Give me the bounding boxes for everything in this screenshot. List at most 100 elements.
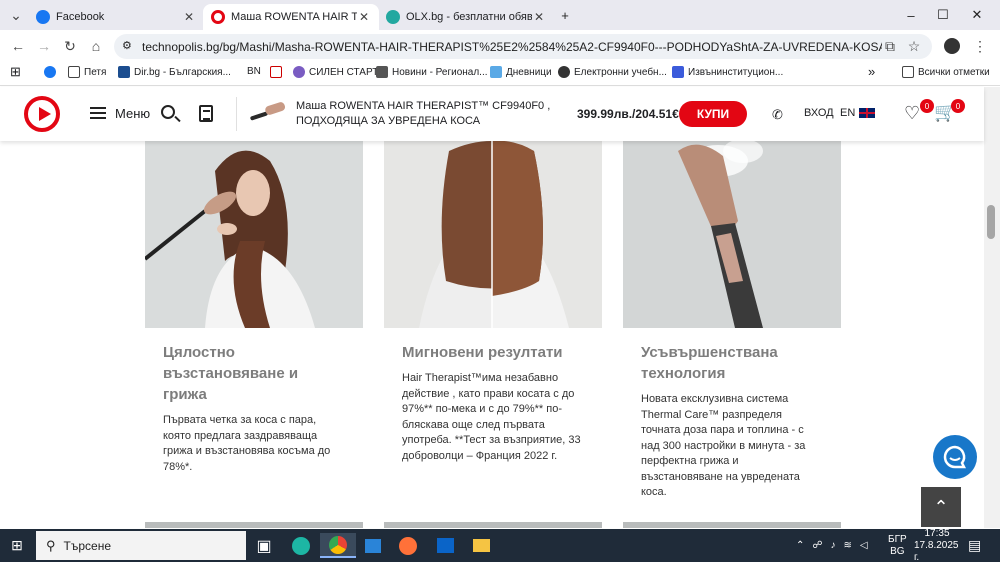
- bookmark-silen-start[interactable]: СИЛЕН СТАРТ: [293, 66, 378, 78]
- bookmark-bn[interactable]: BN: [247, 66, 261, 77]
- clock[interactable]: 17:35 17.8.2025 г.: [914, 528, 960, 563]
- new-tab-button[interactable]: +: [548, 0, 582, 30]
- file-explorer-icon[interactable]: [466, 533, 496, 558]
- bookmark-label: СИЛЕН СТАРТ: [309, 66, 379, 78]
- hamburger-menu-icon[interactable]: [90, 107, 106, 119]
- speaker-icon[interactable]: ◁: [860, 540, 868, 551]
- outlook-icon[interactable]: [430, 533, 460, 558]
- bookmark-label: Всички отметки: [918, 66, 990, 78]
- page-scrollbar[interactable]: [984, 87, 1000, 528]
- menu-label[interactable]: Меню: [115, 106, 150, 121]
- feature-card: Усъвършенствана технология Новата ексклу…: [623, 141, 841, 501]
- language-layout: BG: [890, 545, 905, 557]
- silen-icon: [293, 66, 305, 78]
- technopolis-icon: [211, 10, 225, 24]
- tab-title: Facebook: [56, 11, 105, 23]
- next-row-image-edge: [145, 522, 363, 528]
- bookmark-star-icon[interactable]: ☆: [904, 36, 924, 56]
- bookmark-facebook[interactable]: [44, 66, 60, 78]
- more-bookmarks-icon[interactable]: »: [868, 64, 875, 79]
- feature-title: Мигновени резултати: [402, 344, 563, 361]
- taskbar-search[interactable]: ⚲ Търсене: [36, 531, 246, 560]
- back-icon[interactable]: ←: [8, 36, 28, 56]
- profile-avatar[interactable]: [942, 36, 962, 56]
- address-bar[interactable]: ⚙ technopolis.bg/bg/Mashi/Masha-ROWENTA-…: [114, 34, 932, 59]
- bookmark-extra[interactable]: Извънинституцион...: [672, 66, 783, 78]
- wishlist-count-badge: 0: [920, 99, 934, 113]
- firefox-icon[interactable]: [393, 533, 423, 558]
- mn-icon: [270, 66, 282, 78]
- task-view-icon[interactable]: ▣: [249, 533, 279, 558]
- facebook-icon: [36, 10, 50, 24]
- search-icon[interactable]: [161, 105, 175, 119]
- windows-start-icon[interactable]: ⊞: [2, 533, 32, 558]
- next-row-image-edge: [623, 522, 841, 528]
- bookmark-label: BN: [247, 66, 261, 77]
- close-window-button[interactable]: ✕: [960, 0, 994, 30]
- chrome-icon[interactable]: [320, 533, 356, 558]
- forward-icon[interactable]: →: [34, 36, 54, 56]
- close-icon[interactable]: ✕: [182, 10, 196, 24]
- product-price: 399.99лв./204.51€: [577, 107, 679, 121]
- bookmark-e-textbooks[interactable]: Електронни учебн...: [558, 66, 667, 78]
- scrollbar-thumb[interactable]: [987, 205, 995, 239]
- install-app-icon[interactable]: ⧉: [880, 36, 900, 56]
- feature-image-hair-comparison: [384, 141, 602, 328]
- minimize-button[interactable]: –: [894, 0, 928, 30]
- volume-icon[interactable]: ♪: [831, 540, 836, 551]
- browser-tab-bar: ⌄ Facebook ✕ Маша ROWENTA HAIR THERAP ✕ …: [0, 0, 1000, 30]
- bookmark-dir[interactable]: Dir.bg - Българския...: [118, 66, 231, 78]
- home-icon[interactable]: ⌂: [86, 36, 106, 56]
- reload-icon[interactable]: ↻: [60, 36, 80, 56]
- site-info-icon[interactable]: ⚙: [122, 39, 132, 52]
- bookmark-mn[interactable]: [270, 66, 286, 78]
- search-placeholder: Търсене: [63, 538, 112, 553]
- bookmarks-bar: ⊞ Петя Dir.bg - Българския... BN СИЛЕН С…: [0, 62, 1000, 86]
- all-bookmarks-folder[interactable]: Всички отметки: [902, 66, 990, 78]
- language-indicator[interactable]: БГР BG: [888, 529, 907, 562]
- language-switch[interactable]: EN: [840, 107, 876, 119]
- store-icon[interactable]: [358, 533, 388, 558]
- buy-button[interactable]: КУПИ: [679, 101, 747, 127]
- maximize-button[interactable]: ☐: [926, 0, 960, 30]
- bookmark-news[interactable]: Новини - Регионал...: [376, 66, 488, 78]
- bookmark-diaries[interactable]: Дневници: [490, 66, 552, 78]
- technopolis-logo[interactable]: [24, 96, 60, 132]
- product-thumbnail: [250, 102, 286, 121]
- tab-olx[interactable]: OLX.bg - безплатни обяви ✕: [378, 4, 554, 30]
- language-code: БГР: [888, 533, 907, 545]
- edge-icon[interactable]: [286, 533, 316, 558]
- network-icon[interactable]: ☍: [812, 540, 822, 551]
- bookmark-petya[interactable]: Петя: [68, 66, 106, 78]
- browser-toolbar: ← → ↻ ⌂ ⚙ technopolis.bg/bg/Mashi/Masha-…: [0, 30, 1000, 62]
- chat-bubble-icon[interactable]: [933, 435, 977, 479]
- site-header: Меню Маша ROWENTA HAIR THERAPIST™ CF9940…: [0, 87, 984, 141]
- tab-technopolis[interactable]: Маша ROWENTA HAIR THERAP ✕: [203, 4, 379, 30]
- close-icon[interactable]: ✕: [357, 10, 371, 24]
- feature-text: Новата ексклузивна система Thermal Care™…: [641, 393, 806, 498]
- bookmark-label: Dir.bg - Българския...: [134, 66, 231, 78]
- compare-list-icon[interactable]: [199, 105, 213, 122]
- tray-expand-icon[interactable]: ⌃: [796, 540, 804, 551]
- olx-icon: [386, 10, 400, 24]
- browser-menu-icon[interactable]: ⋮: [970, 36, 990, 56]
- bookmark-label: Извънинституцион...: [688, 66, 784, 78]
- wifi-icon[interactable]: ≋: [844, 540, 852, 551]
- tab-list-chevron-icon[interactable]: ⌄: [6, 5, 26, 25]
- notifications-icon[interactable]: ▤: [968, 529, 981, 562]
- login-link[interactable]: ВХОД: [804, 107, 834, 119]
- tab-title: Маша ROWENTA HAIR THERAP: [231, 11, 357, 23]
- phone-icon[interactable]: ✆: [772, 107, 783, 123]
- doc-icon: [672, 66, 684, 78]
- product-description-section: Цялостно възстановяване и грижа Първата …: [0, 141, 984, 528]
- apps-grid-icon[interactable]: ⊞: [10, 64, 21, 80]
- scroll-to-top-button[interactable]: ⌃: [921, 487, 961, 527]
- feature-image-steam-brush: [623, 141, 841, 328]
- close-icon[interactable]: ✕: [532, 10, 546, 24]
- tab-facebook[interactable]: Facebook ✕: [28, 4, 204, 30]
- feature-card: Мигновени резултати Hair Therapist™има н…: [384, 141, 602, 464]
- wishlist-heart-icon[interactable]: ♡: [904, 103, 920, 124]
- feature-title: Усъвършенствана технология: [641, 344, 778, 382]
- feature-image-woman-brushing: [145, 141, 363, 328]
- feature-card: Цялостно възстановяване и грижа Първата …: [145, 141, 363, 475]
